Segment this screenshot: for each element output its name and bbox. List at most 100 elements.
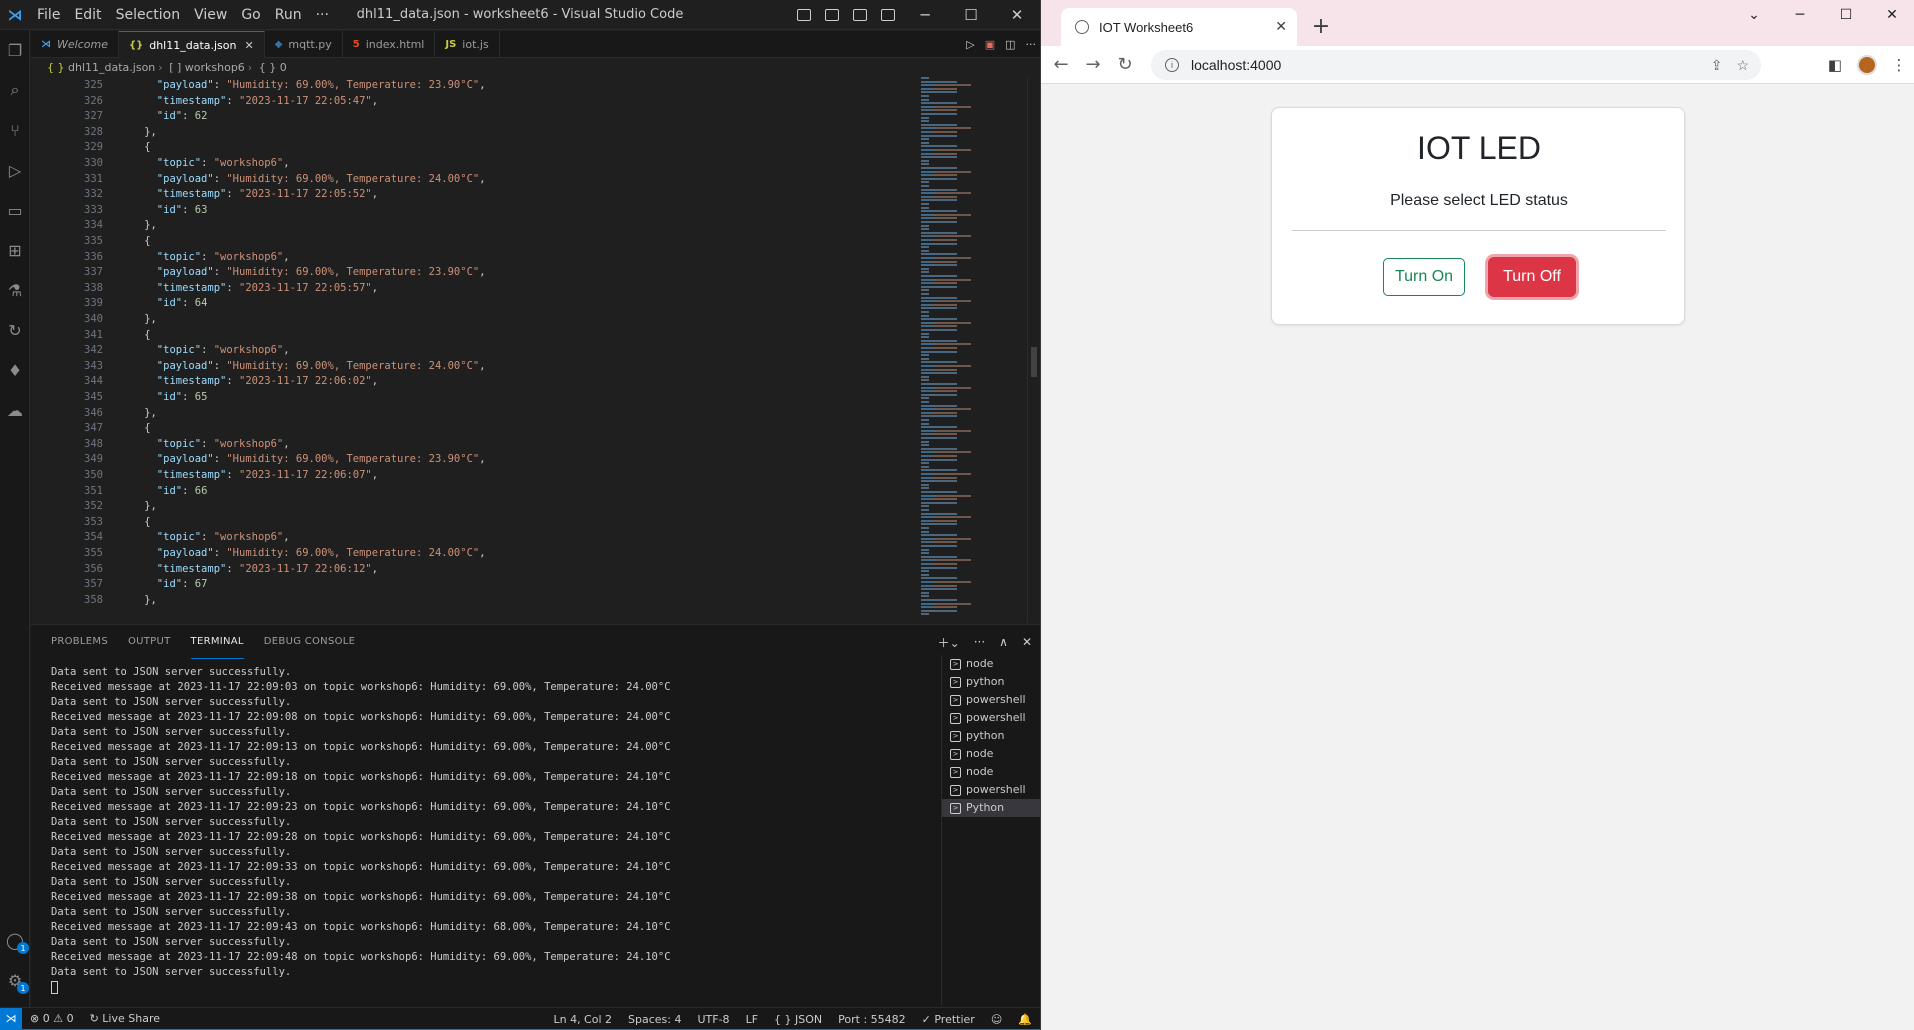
maximize-panel-icon[interactable]: ∧ xyxy=(999,635,1008,649)
close-tab-icon[interactable]: ✕ xyxy=(245,39,254,52)
browser-tab[interactable]: IOT Worksheet6 ✕ xyxy=(1061,8,1297,46)
mongodb-icon[interactable]: ♦ xyxy=(5,360,25,380)
html-icon: 5 xyxy=(352,39,360,50)
run-debug-icon[interactable]: ▷ xyxy=(5,160,25,180)
bookmark-star-icon[interactable]: ☆ xyxy=(1736,57,1749,74)
remote-indicator-icon[interactable]: ⋊ xyxy=(0,1007,22,1030)
tab-debug-console[interactable]: DEBUG CONSOLE xyxy=(264,625,355,659)
tab-problems[interactable]: PROBLEMS xyxy=(51,625,108,659)
remote-explorer-icon[interactable]: ▭ xyxy=(5,200,25,220)
terminal-instance[interactable]: > node xyxy=(942,763,1040,781)
turn-on-button[interactable]: Turn On xyxy=(1383,258,1465,296)
toggle-panel-icon[interactable] xyxy=(818,0,846,30)
back-arrow-icon[interactable]: ← xyxy=(1045,49,1077,81)
menu-selection[interactable]: Selection xyxy=(109,0,188,30)
tab-terminal[interactable]: TERMINAL xyxy=(190,625,244,659)
terminal-line: Received message at 2023-11-17 22:09:48 … xyxy=(51,951,671,963)
tab-search-icon[interactable]: ⌄ xyxy=(1731,0,1777,30)
maximize-button[interactable]: ☐ xyxy=(1823,0,1869,30)
split-editor-icon[interactable]: ◫ xyxy=(1005,38,1015,51)
close-tab-icon[interactable]: ✕ xyxy=(1275,18,1287,35)
problems-status[interactable]: ⊗ 0 ⚠ 0 xyxy=(22,1012,82,1025)
breadcrumb-object[interactable]: { } 0 xyxy=(259,61,287,74)
forward-arrow-icon[interactable]: → xyxy=(1077,49,1109,81)
new-terminal-icon[interactable]: ＋⌄ xyxy=(938,634,960,651)
tab-output[interactable]: OUTPUT xyxy=(128,625,171,659)
address-bar[interactable]: i localhost:4000 ⇪ ☆ xyxy=(1151,50,1761,80)
explorer-icon[interactable]: ❐ xyxy=(5,40,25,60)
minimize-button[interactable]: ─ xyxy=(902,0,948,30)
menu-edit[interactable]: Edit xyxy=(67,0,108,30)
manage-gear-icon[interactable]: ⚙ 1 xyxy=(5,970,29,994)
tab-welcome[interactable]: ⋊ Welcome xyxy=(31,31,119,58)
menu-go[interactable]: Go xyxy=(234,0,267,30)
minimap-row xyxy=(921,102,957,105)
live-share-icon[interactable]: ↻ xyxy=(5,320,25,340)
toggle-secondary-sidebar-icon[interactable] xyxy=(846,0,874,30)
tab-mqtt-py[interactable]: ◆ mqtt.py xyxy=(265,31,343,58)
terminal-instance[interactable]: > powershell xyxy=(942,709,1040,727)
terminal-instance[interactable]: > python xyxy=(942,673,1040,691)
tab-dhl11-data-json[interactable]: {} dhl11_data.json ✕ xyxy=(118,31,265,58)
accounts-icon[interactable]: ◯ 1 xyxy=(5,930,29,954)
live-share-status[interactable]: ↻ Live Share xyxy=(82,1012,168,1025)
maximize-button[interactable]: ☐ xyxy=(948,0,994,30)
search-icon[interactable]: ⌕ xyxy=(5,80,25,100)
tab-index-html[interactable]: 5 index.html xyxy=(343,31,436,58)
menu-file[interactable]: File xyxy=(30,0,67,30)
customize-layout-icon[interactable] xyxy=(874,0,902,30)
tab-label: iot.js xyxy=(462,38,489,51)
minimap[interactable] xyxy=(921,77,1006,623)
port-status[interactable]: Port : 55482 xyxy=(830,1013,914,1026)
end-of-line[interactable]: LF xyxy=(738,1013,766,1026)
share-icon[interactable]: ⇪ xyxy=(1711,57,1723,74)
terminal-instance[interactable]: > node xyxy=(942,655,1040,673)
json-icon: {} xyxy=(128,39,144,51)
cursor-position[interactable]: Ln 4, Col 2 xyxy=(545,1013,620,1026)
breadcrumb-array[interactable]: [ ] workshop6 xyxy=(169,61,245,74)
scroll-thumb[interactable] xyxy=(1031,347,1037,377)
minimize-button[interactable]: ─ xyxy=(1777,0,1823,30)
close-panel-icon[interactable]: ✕ xyxy=(1022,635,1032,649)
terminal-instance[interactable]: > powershell xyxy=(942,691,1040,709)
chrome-menu-icon[interactable]: ⋮ xyxy=(1883,49,1914,81)
terminal-instance[interactable]: > Python xyxy=(942,799,1040,817)
language-mode[interactable]: { } JSON xyxy=(766,1013,830,1026)
code-editor[interactable]: 325 "payload": "Humidity: 69.00%, Tempera… xyxy=(31,77,1040,623)
menu-view[interactable]: View xyxy=(187,0,234,30)
docker-icon[interactable]: ☁ xyxy=(5,400,25,420)
more-terminal-icon[interactable]: ··· xyxy=(974,635,985,649)
minimap-row xyxy=(921,339,957,342)
source-control-icon[interactable]: ⑂ xyxy=(5,120,25,140)
site-info-icon[interactable]: i xyxy=(1165,58,1179,72)
toggle-sidebar-icon[interactable] xyxy=(790,0,818,30)
minimap-row xyxy=(921,249,929,252)
open-preview-icon[interactable]: ▣ xyxy=(985,38,995,51)
minimap-row xyxy=(921,242,957,245)
reload-icon[interactable]: ↻ xyxy=(1109,49,1141,81)
run-file-icon[interactable]: ▷ xyxy=(966,38,974,51)
feedback-icon[interactable]: ☺ xyxy=(983,1013,1010,1026)
editor-scrollbar[interactable] xyxy=(1027,77,1039,623)
extensions-icon[interactable]: ⊞ xyxy=(5,240,25,260)
terminal-instance[interactable]: > python xyxy=(942,727,1040,745)
terminal-line: Data sent to JSON server successfully. xyxy=(51,966,292,978)
profile-avatar[interactable] xyxy=(1851,49,1883,81)
close-window-button[interactable]: ✕ xyxy=(1869,0,1914,30)
terminal-output[interactable]: Data sent to JSON server successfully. Re… xyxy=(51,665,951,1005)
terminal-instance[interactable]: > powershell xyxy=(942,781,1040,799)
testing-icon[interactable]: ⚗ xyxy=(5,280,25,300)
new-tab-button[interactable]: + xyxy=(1307,12,1335,40)
side-panel-icon[interactable]: ◧ xyxy=(1819,49,1851,81)
encoding[interactable]: UTF-8 xyxy=(689,1013,737,1026)
indentation[interactable]: Spaces: 4 xyxy=(620,1013,689,1026)
notifications-icon[interactable]: 🔔 xyxy=(1010,1013,1040,1026)
prettier-status[interactable]: ✓ Prettier xyxy=(914,1013,983,1026)
breadcrumb-file[interactable]: dhl11_data.json xyxy=(68,61,155,74)
terminal-prompt[interactable] xyxy=(51,980,951,995)
more-actions-icon[interactable]: ··· xyxy=(1026,38,1037,51)
turn-off-button[interactable]: Turn Off xyxy=(1488,257,1576,297)
close-window-button[interactable]: ✕ xyxy=(994,0,1040,30)
terminal-instance[interactable]: > node xyxy=(942,745,1040,763)
tab-iot-js[interactable]: JS iot.js xyxy=(435,31,500,58)
